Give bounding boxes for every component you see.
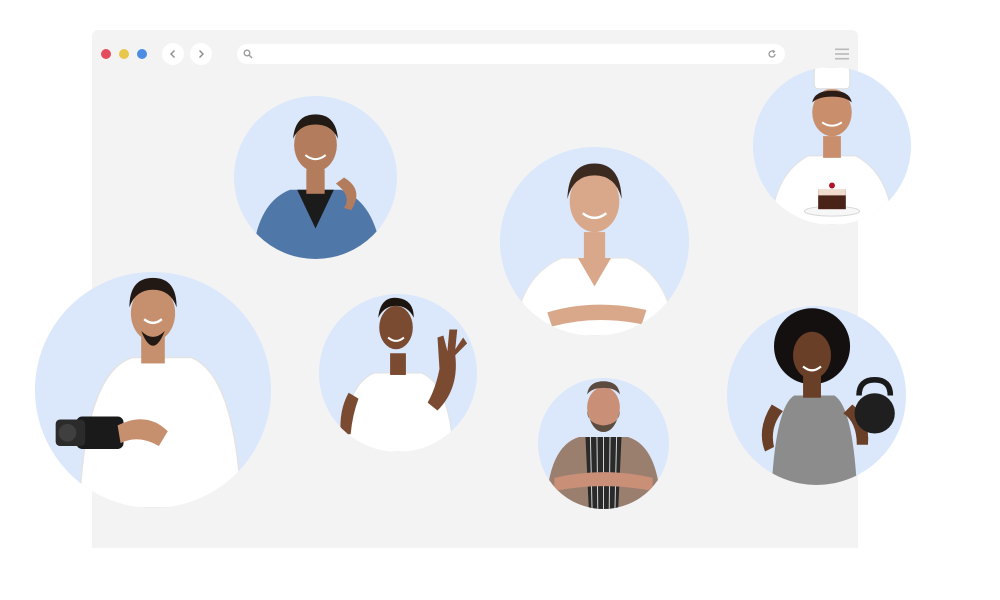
person-photo [319, 294, 477, 452]
avatar-man-striped-apron [538, 378, 669, 509]
person-photo [500, 147, 689, 336]
person-photo [538, 378, 669, 509]
avatar-man-denim-jacket [234, 96, 397, 259]
avatar-man-waving [319, 294, 477, 452]
avatar-photographer-with-camera [35, 272, 271, 508]
minimize-dot[interactable] [119, 49, 129, 59]
address-bar[interactable] [237, 44, 785, 64]
person-photo [727, 306, 906, 485]
avatar-woman-kettlebell [727, 306, 906, 485]
hamburger-menu-icon[interactable] [834, 47, 850, 61]
back-button[interactable] [162, 43, 184, 65]
avatar-woman-white-blouse [500, 147, 689, 336]
person-photo [753, 67, 911, 225]
forward-button[interactable] [190, 43, 212, 65]
chevron-left-icon [170, 50, 175, 58]
search-icon [243, 49, 253, 59]
chevron-right-icon [199, 50, 204, 58]
person-photo [35, 272, 271, 508]
avatar-chef-with-cake [753, 67, 911, 225]
browser-toolbar [92, 30, 858, 78]
reload-icon[interactable] [767, 49, 777, 59]
close-dot[interactable] [101, 49, 111, 59]
person-photo [234, 96, 397, 259]
maximize-dot[interactable] [137, 49, 147, 59]
